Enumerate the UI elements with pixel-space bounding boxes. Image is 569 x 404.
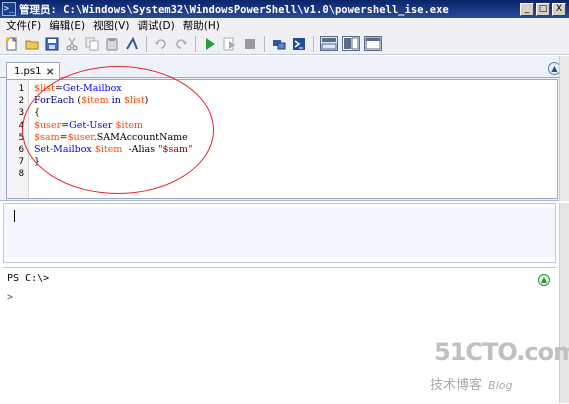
toolbar xyxy=(0,33,569,55)
toolbar-separator xyxy=(264,35,265,52)
command-input-area[interactable] xyxy=(4,207,555,257)
text-caret xyxy=(14,210,15,222)
minimize-button[interactable]: _ xyxy=(520,2,534,16)
clear-icon[interactable] xyxy=(124,36,140,52)
menu-help[interactable]: 帮助(H) xyxy=(180,18,225,33)
tab-strip: 1.ps1 × ▲ xyxy=(0,56,569,79)
code-line: $sam=$user.SAMAccountName xyxy=(34,132,188,143)
line-number: 7 xyxy=(18,157,24,168)
line-number: 6 xyxy=(18,145,24,155)
scroll-up-icon[interactable]: ▲ xyxy=(538,274,550,286)
code-token: .SAMAccountName xyxy=(93,131,188,143)
toolbar-separator xyxy=(146,35,147,52)
run-selection-icon[interactable] xyxy=(222,36,238,52)
console-cursor: > xyxy=(7,292,14,303)
tab-script[interactable]: 1.ps1 × xyxy=(6,62,60,79)
menu-file[interactable]: 文件(F) xyxy=(3,18,46,33)
line-number-gutter: 1 2345 6 78 xyxy=(7,80,29,198)
code-token: Set-Mailbox xyxy=(34,144,92,155)
code-token: = xyxy=(59,131,68,143)
code-line: Set-Mailbox $item -Alias "$sam" xyxy=(34,144,192,155)
code-token: $item xyxy=(91,144,123,155)
toolbar-separator xyxy=(313,35,314,52)
paste-icon[interactable] xyxy=(104,36,120,52)
menu-debug[interactable]: 调试(D) xyxy=(134,18,179,33)
console-prompt: PS C:\> xyxy=(7,273,50,284)
toolbar-separator xyxy=(195,35,196,52)
code-token: -Alias xyxy=(122,144,159,155)
maximize-button[interactable]: □ xyxy=(536,2,550,16)
window-controls: _ □ X xyxy=(520,2,566,16)
line-number: 2 xyxy=(18,96,24,107)
code-line: { xyxy=(34,107,40,118)
remote-icon[interactable] xyxy=(271,36,287,52)
code-token: $user xyxy=(67,131,94,143)
code-token: = xyxy=(54,83,63,94)
code-token: $sam xyxy=(34,131,60,143)
watermark: 51CTO.com 技术博客 Blog xyxy=(420,338,569,398)
code-token: ) xyxy=(144,95,149,107)
close-tab-icon[interactable]: × xyxy=(45,65,54,78)
editor-scrollbar[interactable] xyxy=(559,56,569,201)
code-line: $list=Get-Mailbox xyxy=(34,83,122,94)
code-token: $item xyxy=(112,119,144,131)
stop-icon[interactable] xyxy=(242,36,258,52)
line-number: 1 xyxy=(18,84,24,94)
code-line: $user=Get-User $item xyxy=(34,120,143,131)
layout-side-icon[interactable] xyxy=(342,36,360,51)
code-token: Get-User xyxy=(69,119,113,131)
copy-icon[interactable] xyxy=(84,36,100,52)
code-token: "$sam" xyxy=(158,144,193,155)
code-token: $list xyxy=(123,95,145,107)
code-editor[interactable]: 12345678 $list=Get-Mailbox ForEach ($item… xyxy=(6,79,558,199)
line-number: 3 xyxy=(18,108,24,119)
code-token: in xyxy=(108,95,124,107)
menu-bar: 文件(F) 编辑(E) 视图(V) 调试(D) 帮助(H) xyxy=(0,18,569,33)
layout-max-icon[interactable] xyxy=(364,36,382,51)
watermark-main: 51CTO.com xyxy=(434,338,569,366)
code-token: ForEach xyxy=(34,95,78,107)
code-token: $list xyxy=(34,83,55,94)
code-line: } xyxy=(34,156,40,167)
watermark-sub: 技术博客 Blog xyxy=(430,374,512,393)
undo-icon[interactable] xyxy=(153,36,169,52)
watermark-blog: Blog xyxy=(488,379,513,392)
close-button[interactable]: X xyxy=(552,2,566,16)
code-token: } xyxy=(34,156,41,168)
new-file-icon[interactable] xyxy=(4,36,20,52)
line-number: 8 xyxy=(18,169,24,180)
code-token: { xyxy=(34,107,41,119)
open-folder-icon[interactable] xyxy=(24,36,40,52)
command-pane[interactable] xyxy=(3,203,556,263)
menu-view[interactable]: 视图(V) xyxy=(90,18,134,33)
window-title: 管理员: C:\Windows\System32\WindowsPowerShe… xyxy=(19,3,449,16)
menu-edit[interactable]: 编辑(E) xyxy=(46,18,90,33)
code-token: $item xyxy=(81,95,109,107)
watermark-sub-text: 技术博客 xyxy=(430,378,483,393)
cut-icon[interactable] xyxy=(64,36,80,52)
code-line: ForEach ($item in $list) xyxy=(34,95,148,106)
powershell-icon[interactable] xyxy=(291,36,307,52)
layout-top-icon[interactable] xyxy=(320,36,338,51)
save-icon[interactable] xyxy=(44,36,60,52)
title-bar: >_ 管理员: C:\Windows\System32\WindowsPower… xyxy=(0,0,569,18)
code-token: = xyxy=(61,119,70,131)
script-editor-pane: 1.ps1 × ▲ 12345678 $list=Get-Mailbox ForE… xyxy=(0,56,569,201)
redo-icon[interactable] xyxy=(173,36,189,52)
run-icon[interactable] xyxy=(202,36,218,52)
code-token: Get-Mailbox xyxy=(62,83,122,94)
line-number: 4 xyxy=(18,120,24,131)
tab-label: 1.ps1 xyxy=(14,65,42,77)
powershell-app-icon: >_ xyxy=(2,2,16,16)
line-number: 5 xyxy=(18,132,24,143)
code-token: $user xyxy=(34,119,62,131)
